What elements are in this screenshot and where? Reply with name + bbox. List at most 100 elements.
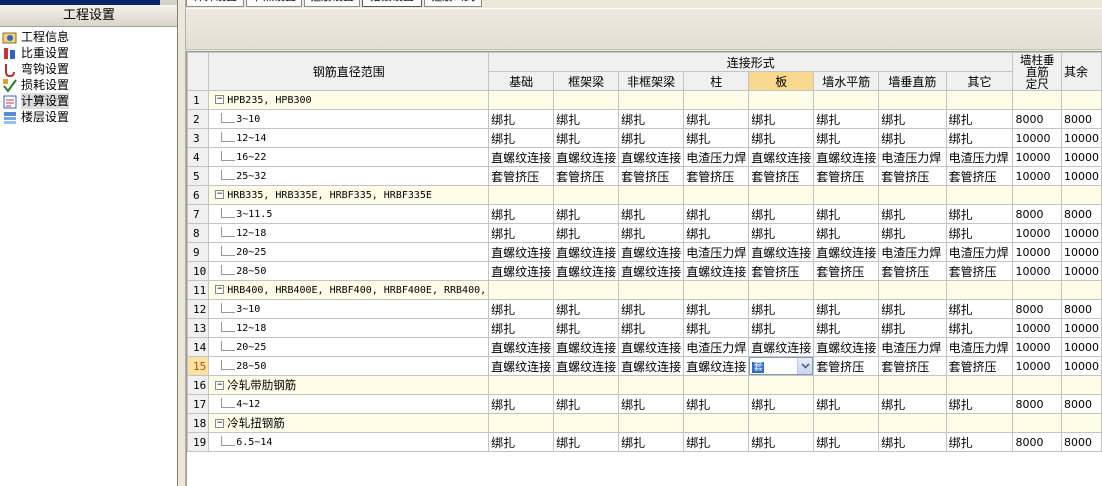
connection-cell[interactable]: 绑扎 [813, 223, 880, 243]
table-row[interactable]: 1− HPB235, HPB300 [187, 90, 1102, 110]
connection-cell[interactable]: 绑扎 [618, 394, 685, 414]
connection-cell[interactable]: 直螺纹连接 [748, 337, 815, 357]
connection-cell[interactable]: 绑扎 [945, 394, 1014, 414]
connection-cell[interactable]: 套管挤压 [945, 261, 1014, 281]
connection-cell[interactable]: 直螺纹连接 [618, 337, 685, 357]
tree-item-3[interactable]: 损耗设置 [0, 77, 177, 93]
connection-cell[interactable]: 绑扎 [748, 223, 815, 243]
connection-cell[interactable]: 绑扎 [813, 432, 880, 452]
tree-item-1[interactable]: 比重设置 [0, 45, 177, 61]
table-row[interactable]: 2 3~10 绑扎 绑扎 绑扎 绑扎 绑扎 绑扎 绑扎 绑扎 8000 8000 [187, 109, 1102, 129]
connection-cell[interactable]: 绑扎 [488, 299, 555, 319]
other-length-cell[interactable]: 10000 [1060, 128, 1102, 148]
panel-splitter[interactable] [178, 0, 186, 486]
connection-cell[interactable]: 直螺纹连接 [813, 147, 880, 167]
collapse-icon[interactable]: − [215, 381, 225, 390]
table-row[interactable]: 16− 冷轧带肋钢筋 [187, 375, 1102, 395]
connection-cell[interactable]: 绑扎 [813, 204, 880, 224]
diameter-cell[interactable]: 12~18 [208, 318, 490, 338]
connection-cell[interactable]: 绑扎 [553, 128, 620, 148]
other-length-cell[interactable]: 8000 [1060, 299, 1102, 319]
connection-cell[interactable]: 绑扎 [553, 204, 620, 224]
other-length-cell[interactable]: 8000 [1060, 394, 1102, 414]
other-length-cell[interactable]: 8000 [1060, 109, 1102, 129]
connection-cell[interactable]: 绑扎 [945, 128, 1014, 148]
wall-length-cell[interactable]: 10000 [1012, 318, 1062, 338]
connection-cell[interactable]: 套管挤压 [878, 166, 947, 186]
connection-cell[interactable]: 直螺纹连接 [553, 337, 620, 357]
table-row[interactable]: 11− HRB400, HRB400E, HRBF400, HRBF400E, R… [187, 280, 1102, 300]
table-row[interactable]: 14 20~25 直螺纹连接 直螺纹连接 直螺纹连接 电渣压力焊 直螺纹连接 直螺纹连接 电渣压… [187, 337, 1102, 357]
group-label-cell[interactable]: − 冷轧扭钢筋 [208, 413, 490, 433]
connection-cell[interactable]: 绑扎 [683, 128, 750, 148]
wall-length-cell[interactable]: 10000 [1012, 128, 1062, 148]
connection-cell[interactable]: 绑扎 [683, 318, 750, 338]
diameter-cell[interactable]: 12~18 [208, 223, 490, 243]
wall-length-cell[interactable]: 8000 [1012, 394, 1062, 414]
connection-cell[interactable]: 绑扎 [618, 318, 685, 338]
connection-cell[interactable]: 绑扎 [553, 318, 620, 338]
table-row[interactable]: 13 12~18 绑扎 绑扎 绑扎 绑扎 绑扎 绑扎 绑扎 绑扎 10000 10000 [187, 318, 1102, 338]
tree-item-5[interactable]: 楼层设置 [0, 109, 177, 125]
other-length-cell[interactable]: 10000 [1060, 242, 1102, 262]
table-row[interactable]: 5 25~32 套管挤压 套管挤压 套管挤压 套管挤压 套管挤压 套管挤压 套管挤压 套管挤压 10… [187, 166, 1102, 186]
connection-cell[interactable]: 绑扎 [878, 318, 947, 338]
connection-cell[interactable]: 绑扎 [813, 394, 880, 414]
wall-length-cell[interactable]: 10000 [1012, 147, 1062, 167]
connection-cell[interactable]: 绑扎 [683, 204, 750, 224]
connection-cell[interactable]: 绑扎 [813, 299, 880, 319]
diameter-cell[interactable]: 20~25 [208, 337, 490, 357]
connection-cell[interactable]: 绑扎 [488, 432, 555, 452]
other-length-cell[interactable]: 10000 [1060, 261, 1102, 281]
wall-length-cell[interactable]: 10000 [1012, 337, 1062, 357]
wall-length-cell[interactable]: 8000 [1012, 204, 1062, 224]
connection-cell[interactable]: 电渣压力焊 [683, 337, 750, 357]
connection-cell[interactable]: 套管挤压 [878, 356, 947, 376]
connection-cell[interactable]: 绑扎 [618, 128, 685, 148]
connection-cell[interactable]: 绑扎 [488, 204, 555, 224]
diameter-cell[interactable]: 3~11.5 [208, 204, 490, 224]
connection-cell[interactable]: 绑扎 [878, 128, 947, 148]
wall-length-cell[interactable]: 10000 [1012, 166, 1062, 186]
connection-cell[interactable]: 直螺纹连接 [748, 147, 815, 167]
connection-cell[interactable]: 绑扎 [878, 394, 947, 414]
connection-cell[interactable]: 套管挤压 [553, 166, 620, 186]
connection-cell[interactable]: 直螺纹连接 [618, 147, 685, 167]
connection-cell[interactable]: 绑扎 [618, 204, 685, 224]
connection-cell[interactable]: 绑扎 [945, 223, 1014, 243]
connection-cell[interactable]: 绑扎 [748, 204, 815, 224]
connection-cell[interactable]: 绑扎 [748, 318, 815, 338]
col-header-2[interactable]: 非框架梁 [618, 71, 685, 91]
connection-cell[interactable]: 电渣压力焊 [878, 147, 947, 167]
table-row[interactable]: 8 12~18 绑扎 绑扎 绑扎 绑扎 绑扎 绑扎 绑扎 绑扎 10000 10000 [187, 223, 1102, 243]
connection-cell[interactable]: 绑扎 [945, 432, 1014, 452]
connection-cell[interactable]: 电渣压力焊 [945, 242, 1014, 262]
col-header-3[interactable]: 柱 [683, 71, 750, 91]
collapse-icon[interactable]: − [215, 190, 225, 199]
wall-length-cell[interactable]: 10000 [1012, 223, 1062, 243]
connection-cell[interactable]: 直螺纹连接 [618, 356, 685, 376]
table-row[interactable]: 18− 冷轧扭钢筋 [187, 413, 1102, 433]
connection-cell[interactable]: 绑扎 [813, 318, 880, 338]
other-length-cell[interactable]: 10000 [1060, 356, 1102, 376]
connection-cell[interactable]: 直螺纹连接 [683, 356, 750, 376]
tab-4[interactable]: 箍筋公式 [424, 0, 482, 7]
connection-cell[interactable]: 套管挤压 [618, 166, 685, 186]
connection-cell[interactable]: 绑扎 [683, 223, 750, 243]
diameter-cell[interactable]: 3~10 [208, 109, 490, 129]
tree-item-2[interactable]: 弯钩设置 [0, 61, 177, 77]
collapse-icon[interactable]: − [215, 285, 225, 294]
connection-cell[interactable]: 套管挤压 [878, 261, 947, 281]
diameter-cell[interactable]: 6.5~14 [208, 432, 490, 452]
connection-cell[interactable]: 套管挤压 [683, 166, 750, 186]
tab-1[interactable]: 节点设置 [246, 0, 302, 7]
other-length-cell[interactable]: 8000 [1060, 204, 1102, 224]
connection-cell[interactable]: 绑扎 [878, 204, 947, 224]
col-header-4[interactable]: 板 [748, 71, 815, 91]
connection-cell[interactable]: 直螺纹连接 [748, 242, 815, 262]
table-row[interactable]: 4 16~22 直螺纹连接 直螺纹连接 直螺纹连接 电渣压力焊 直螺纹连接 直螺纹连接 电渣压力… [187, 147, 1102, 167]
connection-cell[interactable]: 绑扎 [945, 109, 1014, 129]
connection-cell[interactable]: 绑扎 [945, 318, 1014, 338]
wall-length-cell[interactable]: 10000 [1012, 261, 1062, 281]
connection-cell[interactable]: 绑扎 [553, 223, 620, 243]
